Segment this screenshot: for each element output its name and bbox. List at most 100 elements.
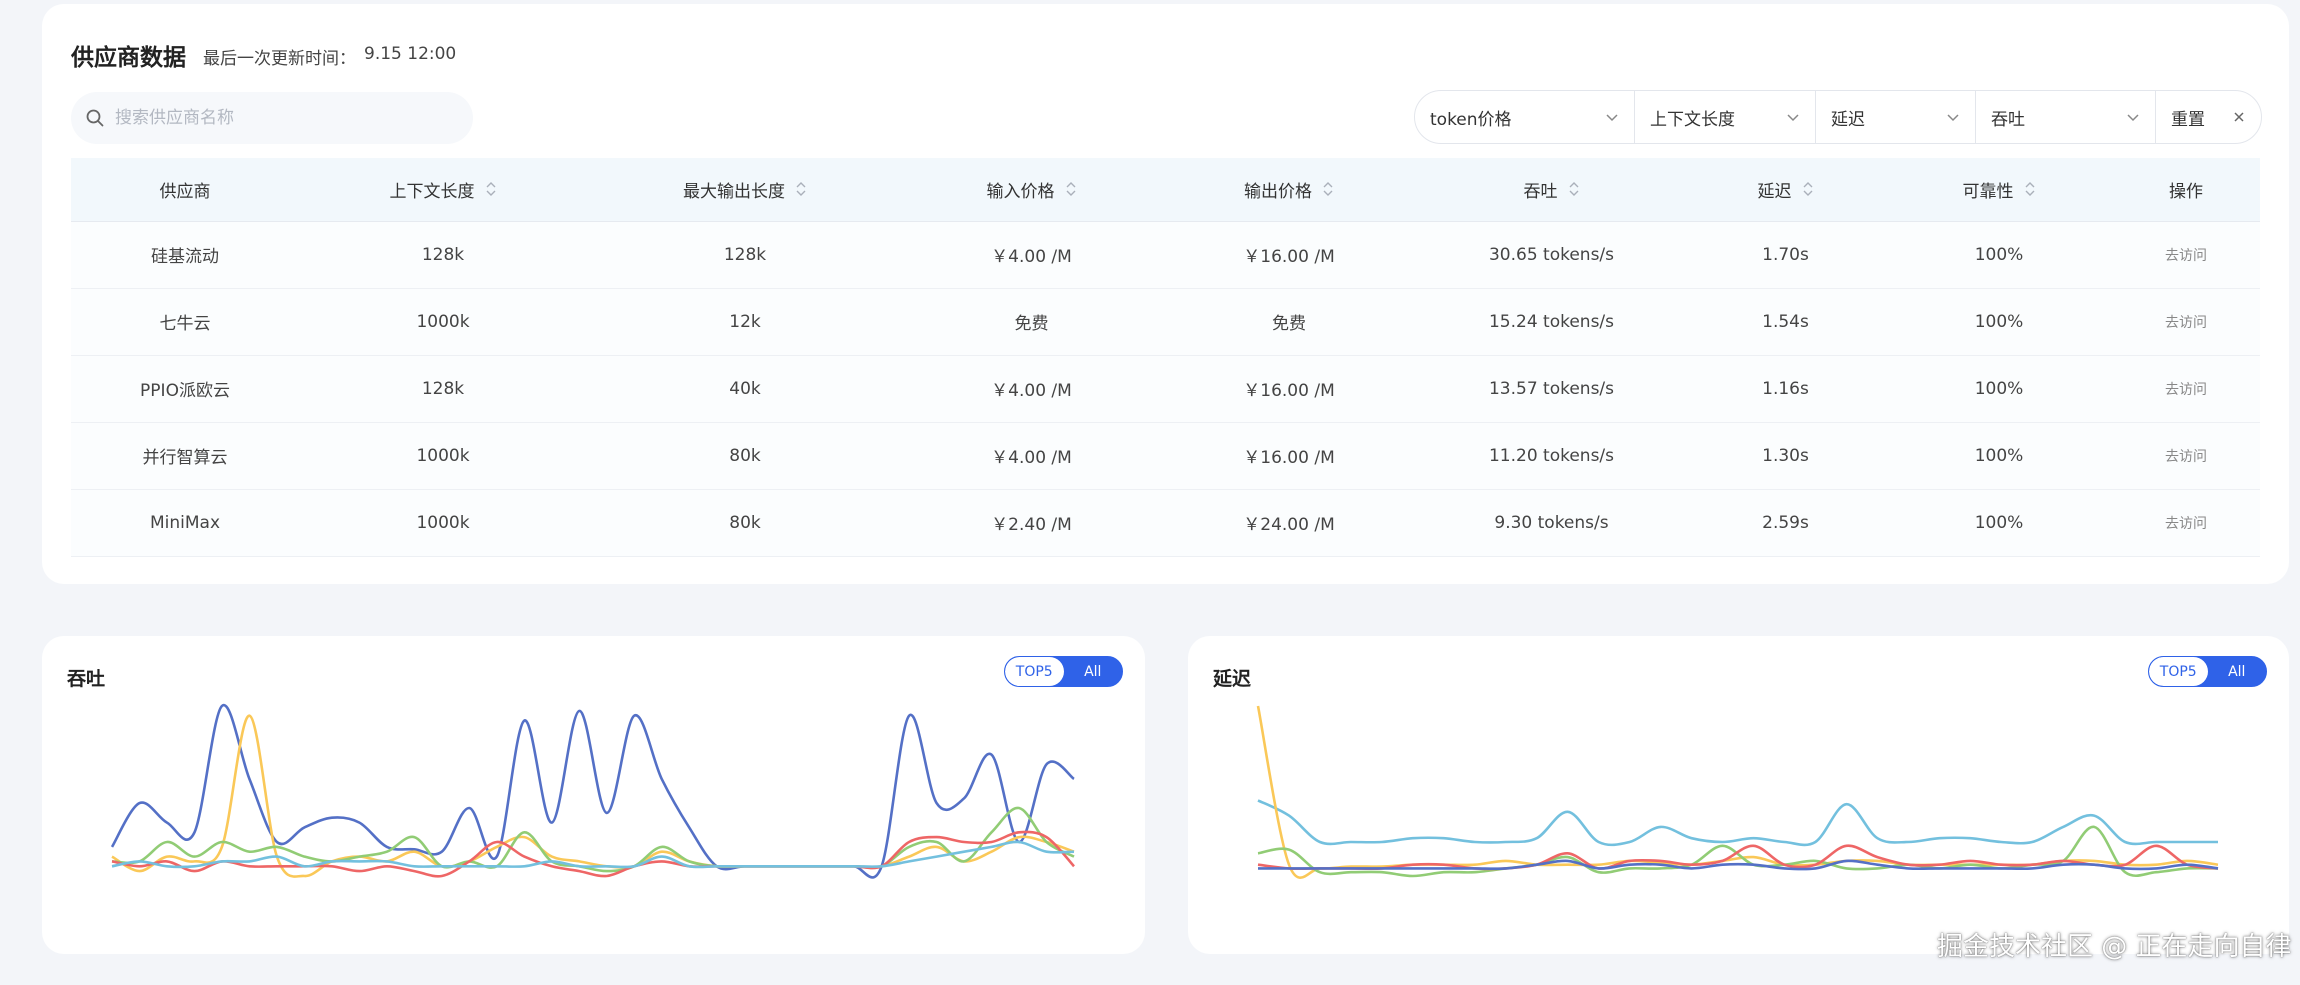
table-row: 并行智算云 1000k 80k ￥4.00 /M ￥16.00 /M 11.20 toke… bbox=[71, 422, 2260, 489]
table-cell: ￥4.00 /M bbox=[991, 448, 1072, 468]
sort-icon[interactable] bbox=[1065, 180, 1077, 198]
filter-label: token价格 bbox=[1430, 109, 1512, 130]
search-icon bbox=[86, 109, 104, 127]
column-header[interactable]: 延迟 bbox=[1685, 158, 1886, 222]
filter-label: 吞吐 bbox=[1991, 109, 2025, 130]
sort-icon[interactable] bbox=[795, 180, 807, 198]
table-cell: 100% bbox=[1974, 244, 2024, 265]
throughput-line-chart bbox=[110, 703, 1075, 879]
column-header: 供应商 bbox=[71, 158, 299, 222]
table-cell: 并行智算云 bbox=[142, 448, 228, 468]
table-cell: 128k bbox=[421, 244, 465, 265]
table-cell: 免费 bbox=[1014, 314, 1049, 334]
table-cell: ￥24.00 /M bbox=[1243, 515, 1335, 535]
column-header-label: 输出价格 bbox=[1244, 181, 1312, 202]
table-cell: 免费 bbox=[1272, 314, 1306, 334]
chevron-down-icon bbox=[2127, 114, 2139, 122]
throughput-chart-card: 吞吐 TOP5 All bbox=[42, 636, 1145, 954]
table-cell: 128k bbox=[723, 244, 767, 265]
column-header[interactable]: 最大输出长度 bbox=[587, 158, 903, 222]
table-row: 七牛云 1000k 12k 免费 免费 15.24 tokens/s 1.54s 100% 去访… bbox=[71, 288, 2260, 355]
latency-line-chart bbox=[1256, 705, 2219, 879]
table-cell: 80k bbox=[729, 445, 761, 466]
column-header-inner: 供应商 bbox=[160, 177, 211, 202]
filter-latency[interactable]: 延迟 bbox=[1816, 91, 1976, 143]
table-cell: 15.24 tokens/s bbox=[1488, 311, 1615, 332]
table-cell: MiniMax bbox=[149, 512, 221, 533]
supplier-table: 供应商 上下文长度 最大输出长度 输入价格 输出价格 吞吐 延迟 可靠性 操作 硅基流动 128k… bbox=[71, 158, 2260, 557]
column-header[interactable]: 输出价格 bbox=[1160, 158, 1418, 222]
table-cell: ￥4.00 /M bbox=[991, 247, 1072, 267]
filter-bar: token价格 上下文长度 延迟 吞吐 重置 bbox=[1414, 90, 2262, 144]
search-input[interactable] bbox=[115, 108, 435, 128]
column-header: 操作 bbox=[2112, 158, 2260, 222]
table-row: PPIO派欧云 128k 40k ￥4.00 /M ￥16.00 /M 13.57 tok… bbox=[71, 355, 2260, 422]
search-box[interactable] bbox=[71, 92, 473, 144]
supplier-data-card: 供应商数据 最后一次更新时间： 9.15 12:00 token价格 上下文长度… bbox=[42, 4, 2289, 584]
update-time-value: 9.15 12:00 bbox=[364, 44, 457, 64]
sort-icon[interactable] bbox=[2024, 180, 2036, 198]
chevron-down-icon bbox=[1787, 114, 1799, 122]
sort-icon[interactable] bbox=[485, 180, 497, 198]
table-cell: 100% bbox=[1974, 445, 2024, 466]
visit-link[interactable]: 去访问 bbox=[2112, 489, 2260, 556]
column-header-label: 吞吐 bbox=[1523, 181, 1558, 202]
update-time-label: 最后一次更新时间： bbox=[203, 49, 356, 69]
visit-link[interactable]: 去访问 bbox=[2112, 355, 2260, 422]
column-header-label: 输入价格 bbox=[986, 181, 1055, 202]
visit-link[interactable]: 去访问 bbox=[2112, 288, 2260, 355]
table-cell: 11.20 tokens/s bbox=[1488, 445, 1615, 466]
table-cell: 1.70s bbox=[1762, 244, 1809, 265]
latency-chart-card: 延迟 TOP5 All bbox=[1188, 636, 2289, 954]
column-header[interactable]: 输入价格 bbox=[903, 158, 1160, 222]
table-cell: 80k bbox=[729, 512, 761, 533]
sort-icon[interactable] bbox=[1802, 180, 1814, 198]
close-icon bbox=[2234, 112, 2244, 122]
table-cell: ￥16.00 /M bbox=[1243, 247, 1335, 267]
column-header[interactable]: 吞吐 bbox=[1418, 158, 1685, 222]
table-row: MiniMax 1000k 80k ￥2.40 /M ￥24.00 /M 9.30 tok… bbox=[71, 489, 2260, 556]
column-header[interactable]: 上下文长度 bbox=[299, 158, 587, 222]
column-header-inner: 吞吐 bbox=[1524, 177, 1580, 202]
filter-context-length[interactable]: 上下文长度 bbox=[1635, 91, 1816, 143]
watermark: 掘金技术社区 @ 正在走向自律 bbox=[1937, 932, 2292, 962]
table-cell: 1.16s bbox=[1762, 378, 1809, 399]
table-cell: 13.57 tokens/s bbox=[1488, 378, 1615, 399]
table-cell: 128k bbox=[421, 378, 465, 399]
table-cell: 2.59s bbox=[1762, 512, 1809, 533]
column-header-inner: 输出价格 bbox=[1244, 177, 1334, 202]
visit-link[interactable]: 去访问 bbox=[2112, 221, 2260, 288]
reset-button[interactable]: 重置 bbox=[2156, 91, 2261, 143]
sort-icon[interactable] bbox=[1568, 180, 1580, 198]
filter-label: 上下文长度 bbox=[1650, 109, 1735, 130]
column-header-label: 延迟 bbox=[1757, 181, 1792, 202]
reset-label: 重置 bbox=[2171, 109, 2205, 130]
table-cell: 1000k bbox=[416, 445, 470, 466]
table-cell: 30.65 tokens/s bbox=[1488, 244, 1615, 265]
table-cell: 七牛云 bbox=[159, 314, 211, 334]
table-cell: 1000k bbox=[416, 512, 470, 533]
column-header-label: 最大输出长度 bbox=[683, 181, 785, 202]
table-cell: 1000k bbox=[416, 311, 470, 332]
table-cell: 100% bbox=[1974, 512, 2024, 533]
column-header-label: 可靠性 bbox=[1962, 181, 2014, 202]
table-cell: ￥2.40 /M bbox=[991, 515, 1072, 535]
table-row: 硅基流动 128k 128k ￥4.00 /M ￥16.00 /M 30.65 token… bbox=[71, 221, 2260, 288]
visit-link[interactable]: 去访问 bbox=[2112, 422, 2260, 489]
table-cell: 40k bbox=[729, 378, 761, 399]
table-cell: ￥16.00 /M bbox=[1243, 448, 1335, 468]
column-header-label: 操作 bbox=[2169, 181, 2203, 202]
table-header-row: 供应商 上下文长度 最大输出长度 输入价格 输出价格 吞吐 延迟 可靠性 操作 bbox=[71, 158, 2260, 222]
column-header[interactable]: 可靠性 bbox=[1886, 158, 2112, 222]
sort-icon[interactable] bbox=[1322, 180, 1334, 198]
filter-token-price[interactable]: token价格 bbox=[1415, 91, 1635, 143]
chevron-down-icon bbox=[1947, 114, 1959, 122]
table-cell: 9.30 tokens/s bbox=[1494, 512, 1609, 533]
chevron-down-icon bbox=[1606, 114, 1618, 122]
table-cell: ￥4.00 /M bbox=[991, 381, 1072, 401]
table-cell: 1.54s bbox=[1762, 311, 1809, 332]
filter-label: 延迟 bbox=[1831, 109, 1865, 130]
table-cell: 1.30s bbox=[1762, 445, 1809, 466]
filter-throughput[interactable]: 吞吐 bbox=[1976, 91, 2156, 143]
column-header-inner: 输入价格 bbox=[987, 177, 1077, 202]
